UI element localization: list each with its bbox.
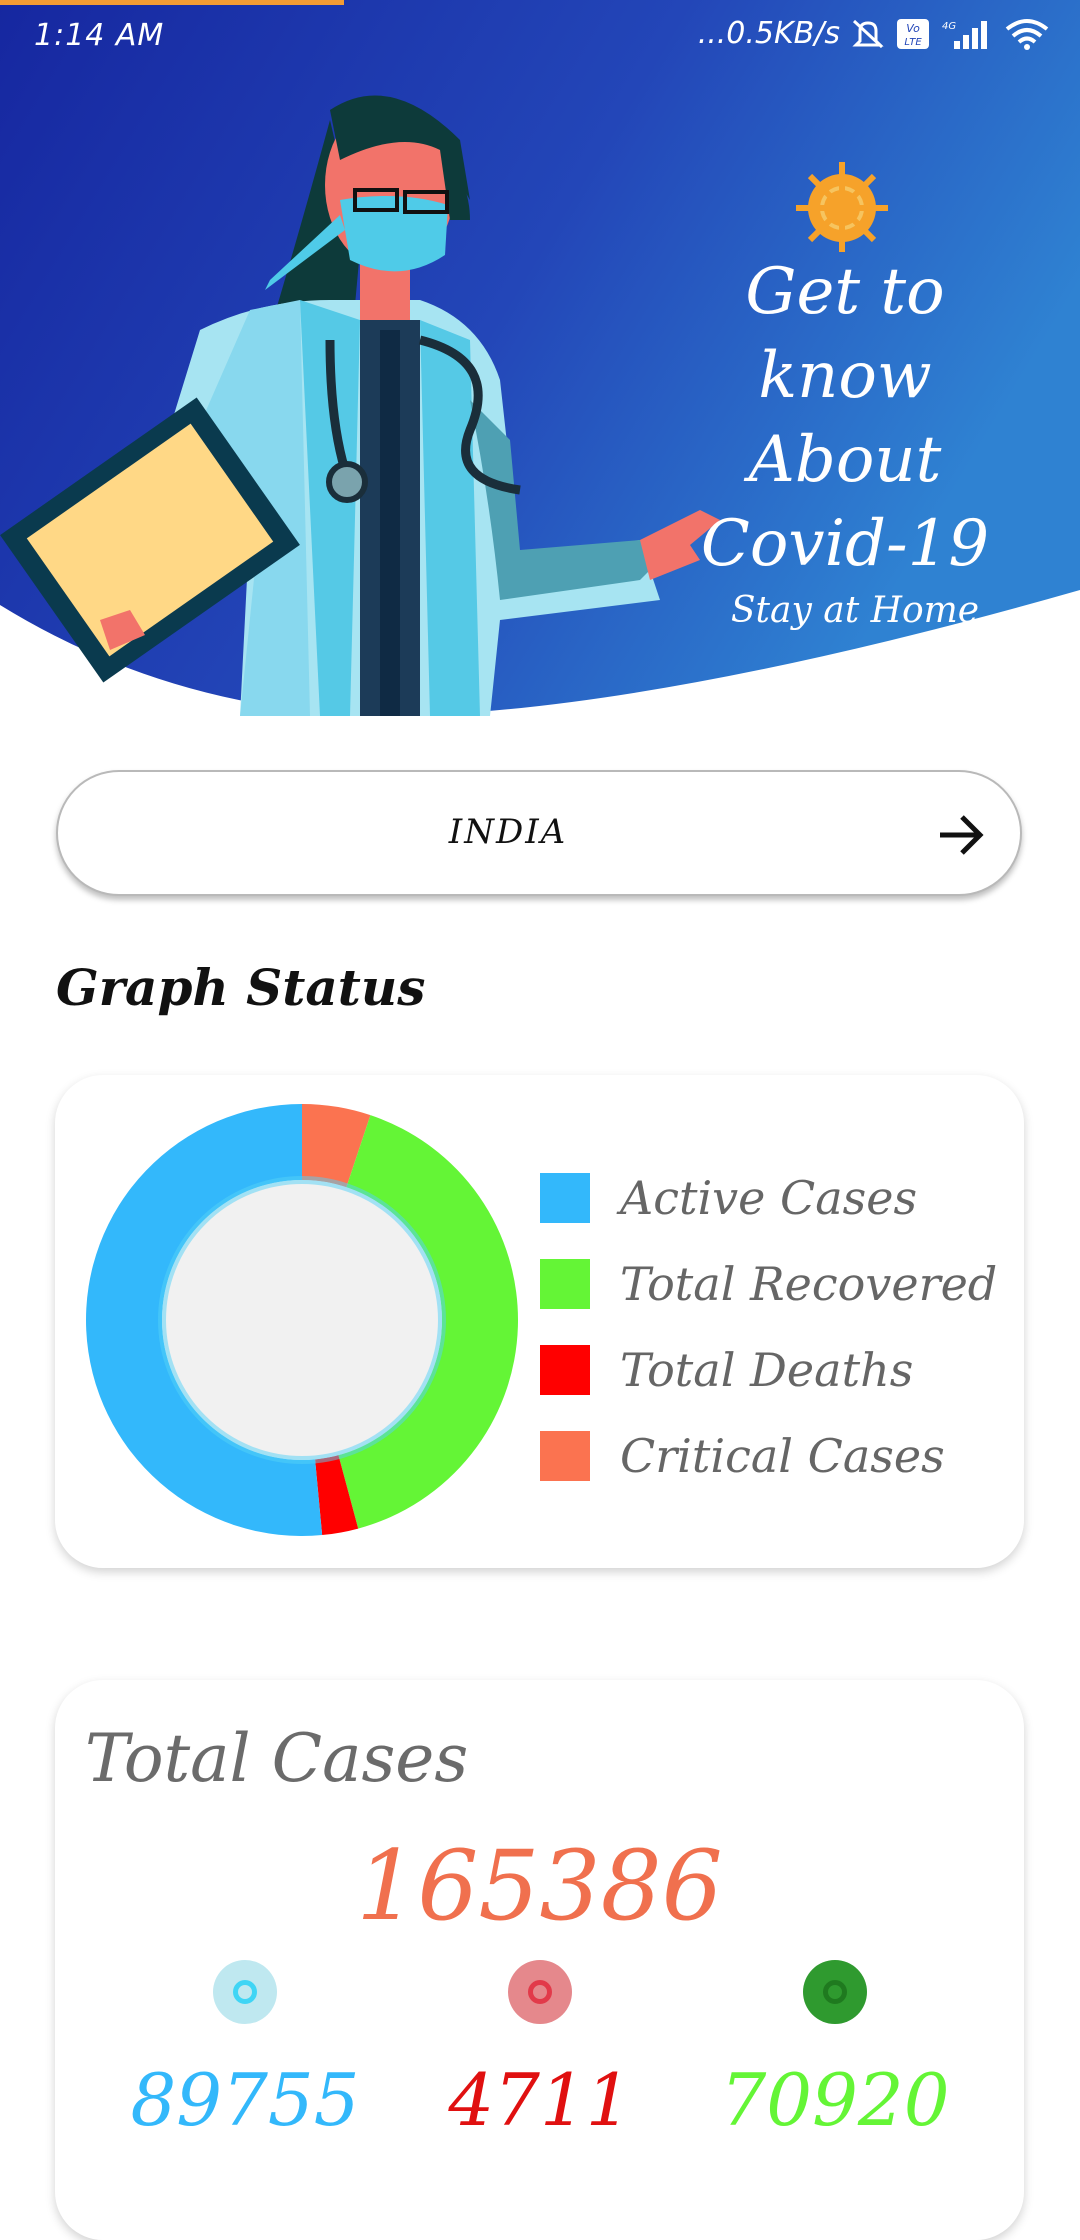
active-indicator-icon <box>213 1960 277 2024</box>
country-label: INDIA <box>448 812 568 852</box>
recovered-indicator-icon <box>803 1960 867 2024</box>
svg-text:Vo: Vo <box>906 22 920 35</box>
arrow-right-icon <box>940 815 984 855</box>
country-selector-button[interactable]: INDIA <box>56 770 1022 896</box>
wifi-icon <box>1005 18 1049 50</box>
legend-label-active: Active Cases <box>620 1171 918 1225</box>
stat-deaths: 4711 <box>410 1960 670 2142</box>
hero-text: Get to know About Covid-19 Stay at Home <box>660 250 1030 631</box>
legend-swatch-deaths <box>540 1345 590 1395</box>
deaths-indicator-icon <box>508 1960 572 2024</box>
svg-text:LTE: LTE <box>904 37 922 48</box>
legend-swatch-recovered <box>540 1259 590 1309</box>
legend-item-critical: Critical Cases <box>540 1413 997 1499</box>
mute-icon <box>852 19 884 48</box>
active-cases-value: 89755 <box>130 2058 360 2142</box>
volte-icon: Vo LTE <box>897 18 929 49</box>
status-bar: 1:14 AM ...0.5KB/s Vo LTE 4G <box>0 0 1080 78</box>
recovered-value: 70920 <box>720 2058 950 2142</box>
status-time: 1:14 AM <box>34 18 165 53</box>
hero-subtitle: Stay at Home <box>730 590 980 631</box>
donut-hole <box>158 1176 446 1464</box>
hero-line-3: Covid-19 <box>700 507 990 581</box>
signal-icon: 4G <box>942 20 987 49</box>
deaths-value: 4711 <box>448 2058 632 2142</box>
chart-legend: Active Cases Total Recovered Total Death… <box>540 1155 997 1499</box>
total-cases-card: Total Cases 165386 89755 4711 70920 <box>55 1680 1024 2240</box>
legend-item-active: Active Cases <box>540 1155 997 1241</box>
legend-label-critical: Critical Cases <box>620 1429 945 1483</box>
cases-donut-chart <box>86 1104 518 1536</box>
status-icons: ...0.5KB/s Vo LTE 4G <box>698 16 1050 51</box>
hero-line-2: know About <box>748 339 942 497</box>
graph-card: Active Cases Total Recovered Total Death… <box>55 1075 1024 1568</box>
graph-section-title: Graph Status <box>56 958 426 1017</box>
total-cases-title: Total Cases <box>85 1720 469 1797</box>
legend-label-recovered: Total Recovered <box>620 1257 998 1311</box>
stat-recovered: 70920 <box>705 1960 965 2142</box>
stat-active: 89755 <box>115 1960 375 2142</box>
legend-item-recovered: Total Recovered <box>540 1241 997 1327</box>
legend-item-deaths: Total Deaths <box>540 1327 997 1413</box>
svg-text:4G: 4G <box>942 21 956 32</box>
legend-swatch-active <box>540 1173 590 1223</box>
legend-label-deaths: Total Deaths <box>620 1343 914 1397</box>
total-cases-value: 165386 <box>356 1830 723 1942</box>
hero-banner: 1:14 AM ...0.5KB/s Vo LTE 4G Get to know… <box>0 0 1080 720</box>
legend-swatch-critical <box>540 1431 590 1481</box>
network-speed: ...0.5KB/s <box>697 16 840 51</box>
hero-line-1: Get to <box>745 255 945 329</box>
